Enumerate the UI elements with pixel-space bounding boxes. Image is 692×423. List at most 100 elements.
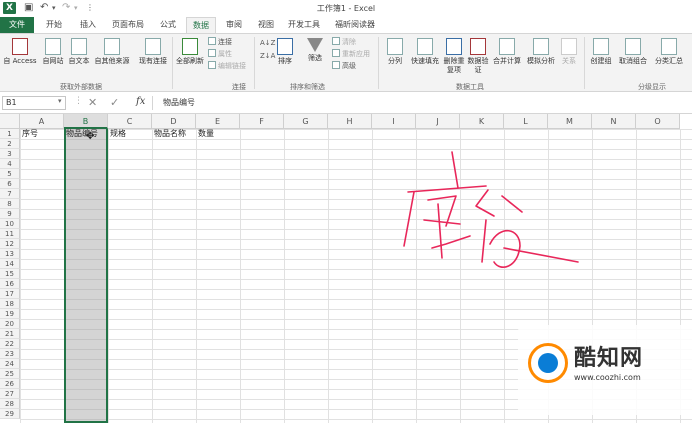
refresh-icon [182, 38, 198, 55]
select-all-corner[interactable] [0, 114, 20, 129]
properties-button[interactable]: 属性 [208, 49, 232, 60]
row-header-27[interactable]: 27 [0, 389, 20, 399]
row-header-26[interactable]: 26 [0, 379, 20, 389]
reapply-button[interactable]: 重新应用 [332, 49, 370, 60]
group-label-outline: 分级显示 [638, 83, 666, 91]
advanced-filter-button[interactable]: 高级 [332, 61, 356, 72]
cell-a1[interactable]: 序号 [22, 129, 38, 139]
subtotal-button[interactable]: 分类汇总 [650, 38, 688, 66]
cell-d1[interactable]: 物品名称 [154, 129, 186, 139]
cancel-icon[interactable]: ✕ [88, 95, 97, 111]
row-header-7[interactable]: 7 [0, 189, 20, 199]
column-header-o[interactable]: O [636, 114, 680, 129]
formula-bar: B1 ▾ ⋮ ✕ ✓ fx 物品编号 [0, 93, 692, 114]
relationships-button[interactable]: 关系 [558, 38, 580, 66]
flash-fill-icon [417, 38, 433, 55]
consolidate-icon [499, 38, 515, 55]
clear-filter-button[interactable]: 清除 [332, 37, 356, 48]
row-header-24[interactable]: 24 [0, 359, 20, 369]
column-header-b[interactable]: B [64, 114, 108, 129]
row-header-12[interactable]: 12 [0, 239, 20, 249]
name-box[interactable]: B1 [2, 96, 66, 110]
tab-file[interactable]: 文件 [0, 17, 34, 33]
row-header-1[interactable]: 1 [0, 129, 20, 139]
group-button[interactable]: 创建组 [586, 38, 616, 66]
column-header-a[interactable]: A [20, 114, 64, 129]
ungroup-button[interactable]: 取消组合 [616, 38, 650, 66]
filter-button[interactable]: 筛选 [302, 38, 328, 63]
column-header-k[interactable]: K [460, 114, 504, 129]
refresh-all-button[interactable]: 全部刷新 [174, 38, 206, 66]
column-header-c[interactable]: C [108, 114, 152, 129]
row-header-18[interactable]: 18 [0, 299, 20, 309]
row-header-3[interactable]: 3 [0, 149, 20, 159]
what-if-analysis-button[interactable]: 模拟分析 [524, 38, 558, 66]
from-access-button[interactable]: 自 Access [2, 38, 38, 66]
cell-c1[interactable]: 规格 [110, 129, 126, 139]
row-header-14[interactable]: 14 [0, 259, 20, 269]
row-header-29[interactable]: 29 [0, 409, 20, 419]
reapply-icon [332, 49, 340, 57]
cell-e1[interactable]: 数量 [198, 129, 214, 139]
row-header-28[interactable]: 28 [0, 399, 20, 409]
existing-connections-button[interactable]: 现有连接 [136, 38, 170, 66]
remove-duplicates-button[interactable]: 删除重复项 [442, 38, 466, 75]
column-header-l[interactable]: L [504, 114, 548, 129]
column-header-e[interactable]: E [196, 114, 240, 129]
column-header-n[interactable]: N [592, 114, 636, 129]
insert-function-button[interactable]: fx [136, 96, 145, 107]
row-header-4[interactable]: 4 [0, 159, 20, 169]
row-header-21[interactable]: 21 [0, 329, 20, 339]
filter-funnel-icon [307, 38, 323, 52]
row-header-17[interactable]: 17 [0, 289, 20, 299]
row-header-19[interactable]: 19 [0, 309, 20, 319]
row-header-11[interactable]: 11 [0, 229, 20, 239]
text-file-icon [71, 38, 87, 55]
tab-view[interactable]: 视图 [252, 17, 280, 33]
sort-icon [277, 38, 293, 55]
column-header-m[interactable]: M [548, 114, 592, 129]
column-header-d[interactable]: D [152, 114, 196, 129]
row-header-16[interactable]: 16 [0, 279, 20, 289]
consolidate-button[interactable]: 合并计算 [490, 38, 524, 66]
row-header-5[interactable]: 5 [0, 169, 20, 179]
formula-input[interactable]: 物品编号 [152, 96, 690, 110]
row-header-13[interactable]: 13 [0, 249, 20, 259]
flash-fill-button[interactable]: 快速填充 [408, 38, 442, 66]
connections-button[interactable]: 连接 [208, 37, 232, 48]
data-validation-button[interactable]: 数据验证 [466, 38, 490, 75]
tab-insert[interactable]: 插入 [74, 17, 102, 33]
column-header-j[interactable]: J [416, 114, 460, 129]
column-header-g[interactable]: G [284, 114, 328, 129]
tab-page-layout[interactable]: 页面布局 [108, 17, 148, 33]
row-header-15[interactable]: 15 [0, 269, 20, 279]
row-header-25[interactable]: 25 [0, 369, 20, 379]
row-header-10[interactable]: 10 [0, 219, 20, 229]
from-text-button[interactable]: 自文本 [66, 38, 92, 66]
text-to-columns-icon [387, 38, 403, 55]
tab-home[interactable]: 开始 [40, 17, 68, 33]
advanced-icon [332, 61, 340, 69]
column-header-f[interactable]: F [240, 114, 284, 129]
tab-data[interactable]: 数据 [186, 17, 216, 33]
sort-button[interactable]: 排序 [274, 38, 296, 66]
enter-icon[interactable]: ✓ [110, 95, 119, 111]
from-web-button[interactable]: 自网站 [40, 38, 66, 66]
row-header-20[interactable]: 20 [0, 319, 20, 329]
row-header-2[interactable]: 2 [0, 139, 20, 149]
edit-links-button[interactable]: 编辑链接 [208, 61, 246, 72]
column-header-i[interactable]: I [372, 114, 416, 129]
row-header-23[interactable]: 23 [0, 349, 20, 359]
from-other-sources-button[interactable]: 自其他来源 [92, 38, 132, 66]
tab-foxit-reader[interactable]: 福昕阅读器 [330, 17, 380, 33]
text-to-columns-button[interactable]: 分列 [382, 38, 408, 66]
column-header-h[interactable]: H [328, 114, 372, 129]
tab-formulas[interactable]: 公式 [154, 17, 182, 33]
group-icon [593, 38, 609, 55]
tab-developer[interactable]: 开发工具 [284, 17, 324, 33]
row-header-9[interactable]: 9 [0, 209, 20, 219]
row-header-8[interactable]: 8 [0, 199, 20, 209]
row-header-6[interactable]: 6 [0, 179, 20, 189]
row-header-22[interactable]: 22 [0, 339, 20, 349]
tab-review[interactable]: 审阅 [220, 17, 248, 33]
